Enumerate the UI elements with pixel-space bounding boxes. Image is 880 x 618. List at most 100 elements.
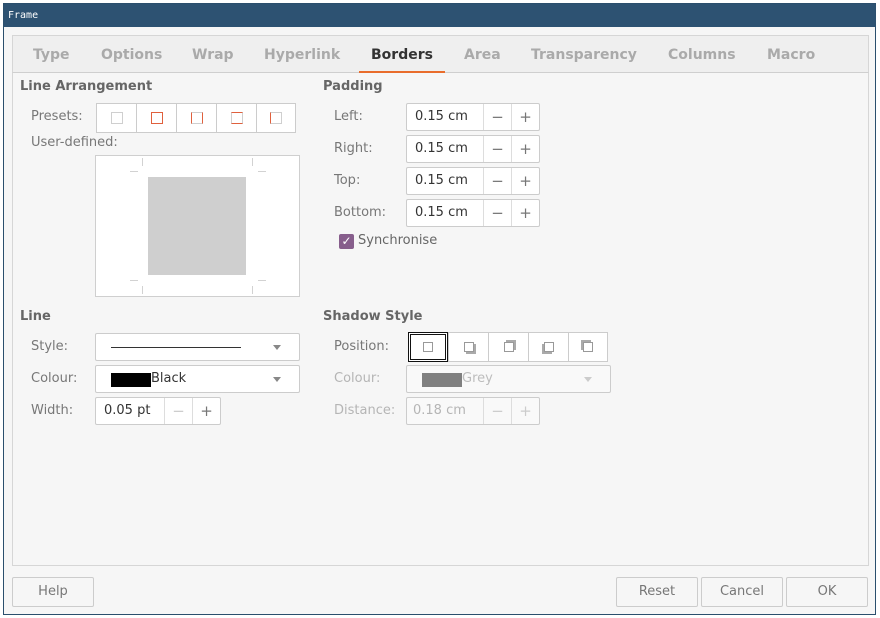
- padding-bottom-decrease[interactable]: −: [483, 200, 511, 226]
- synchronise-label[interactable]: Synchronise: [358, 233, 437, 248]
- preview-guide: [130, 280, 138, 281]
- shadow-bottom-right[interactable]: [448, 332, 488, 362]
- line-colour-dropdown[interactable]: Black: [95, 365, 300, 393]
- tab-area[interactable]: Area: [464, 36, 501, 73]
- preset-top-bottom[interactable]: [216, 103, 256, 133]
- shadow-colour-swatch: [422, 373, 462, 387]
- preset-none-icon: [110, 112, 123, 124]
- shadow-bottom-left-icon: [543, 342, 554, 352]
- tab-options[interactable]: Options: [101, 36, 162, 73]
- padding-title: Padding: [323, 79, 383, 94]
- padding-left-label: Left:: [334, 109, 363, 124]
- padding-right-label: Right:: [334, 141, 373, 156]
- line-width-spin: 0.05 pt − +: [95, 397, 221, 425]
- preset-all-borders[interactable]: [136, 103, 176, 133]
- preset-left-right-icon: [190, 112, 203, 124]
- tab-macro[interactable]: Macro: [767, 36, 815, 73]
- tab-wrap[interactable]: Wrap: [192, 36, 234, 73]
- tab-transparency[interactable]: Transparency: [531, 36, 637, 73]
- synchronise-checkbox[interactable]: ✓: [339, 234, 354, 249]
- help-button[interactable]: Help: [12, 577, 94, 607]
- shadow-top-right[interactable]: [488, 332, 528, 362]
- shadow-none-icon: [423, 342, 433, 352]
- padding-top-input[interactable]: 0.15 cm: [407, 168, 483, 194]
- ok-button[interactable]: OK: [786, 577, 868, 607]
- padding-left-input[interactable]: 0.15 cm: [407, 104, 483, 130]
- tab-hyperlink[interactable]: Hyperlink: [264, 36, 340, 73]
- shadow-style-title: Shadow Style: [323, 309, 423, 324]
- padding-right-increase[interactable]: +: [511, 136, 539, 162]
- chevron-down-icon: [584, 377, 592, 382]
- padding-left-spin: 0.15 cm − +: [406, 103, 540, 131]
- shadow-distance-label: Distance:: [334, 403, 396, 418]
- line-style-dropdown[interactable]: [95, 333, 300, 361]
- shadow-colour-label: Colour:: [334, 371, 381, 386]
- window-title: Frame: [4, 4, 875, 27]
- tab-type[interactable]: Type: [33, 36, 70, 73]
- line-style-label: Style:: [31, 339, 69, 354]
- shadow-distance-decrease[interactable]: −: [483, 398, 511, 424]
- shadow-top-left-icon: [583, 342, 593, 352]
- padding-left-decrease[interactable]: −: [483, 104, 511, 130]
- line-width-label: Width:: [31, 403, 74, 418]
- line-width-decrease[interactable]: −: [164, 398, 192, 424]
- preview-guide: [142, 158, 143, 166]
- shadow-bottom-left[interactable]: [528, 332, 568, 362]
- tab-columns[interactable]: Columns: [668, 36, 736, 73]
- line-style-sample: [111, 347, 241, 348]
- preset-top-bottom-icon: [230, 112, 243, 124]
- padding-bottom-label: Bottom:: [334, 205, 387, 220]
- padding-top-increase[interactable]: +: [511, 168, 539, 194]
- padding-right-input[interactable]: 0.15 cm: [407, 136, 483, 162]
- cancel-button[interactable]: Cancel: [701, 577, 783, 607]
- line-colour-value: Black: [151, 371, 187, 386]
- frame-dialog: Frame Type Options Wrap Hyperlink Border…: [3, 3, 876, 615]
- shadow-position-group: [408, 332, 608, 362]
- padding-top-label: Top:: [334, 173, 361, 188]
- line-title: Line: [20, 309, 51, 324]
- preview-guide: [130, 171, 138, 172]
- user-defined-preview[interactable]: [95, 155, 300, 297]
- padding-bottom-increase[interactable]: +: [511, 200, 539, 226]
- padding-top-spin: 0.15 cm − +: [406, 167, 540, 195]
- preset-left-only-icon: [270, 112, 282, 124]
- presets-label: Presets:: [31, 109, 83, 124]
- reset-button[interactable]: Reset: [616, 577, 698, 607]
- line-width-input[interactable]: 0.05 pt: [96, 398, 164, 424]
- line-colour-label: Colour:: [31, 371, 78, 386]
- preset-all-borders-icon: [150, 112, 163, 124]
- line-colour-swatch: [111, 373, 151, 387]
- padding-top-decrease[interactable]: −: [483, 168, 511, 194]
- preview-guide: [252, 158, 253, 166]
- preview-frame: [148, 177, 246, 275]
- preview-guide: [142, 286, 143, 294]
- tab-borders[interactable]: Borders: [359, 36, 445, 74]
- preset-none[interactable]: [96, 103, 136, 133]
- preset-left-only[interactable]: [256, 103, 296, 133]
- preview-guide: [258, 280, 266, 281]
- user-defined-label: User-defined:: [31, 135, 118, 150]
- padding-right-spin: 0.15 cm − +: [406, 135, 540, 163]
- line-arrangement-title: Line Arrangement: [20, 79, 153, 94]
- shadow-distance-input[interactable]: 0.18 cm: [407, 398, 483, 424]
- preview-guide: [258, 171, 266, 172]
- padding-bottom-spin: 0.15 cm − +: [406, 199, 540, 227]
- shadow-distance-spin: 0.18 cm − +: [406, 397, 540, 425]
- shadow-top-left[interactable]: [568, 332, 608, 362]
- chevron-down-icon: [273, 345, 281, 350]
- preset-left-right[interactable]: [176, 103, 216, 133]
- borders-panel: Line Arrangement Presets: User-defined: …: [12, 73, 869, 566]
- shadow-bottom-right-icon: [463, 342, 474, 352]
- shadow-distance-increase[interactable]: +: [511, 398, 539, 424]
- padding-bottom-input[interactable]: 0.15 cm: [407, 200, 483, 226]
- chevron-down-icon: [273, 377, 281, 382]
- shadow-none[interactable]: [408, 332, 448, 362]
- padding-right-decrease[interactable]: −: [483, 136, 511, 162]
- line-width-increase[interactable]: +: [192, 398, 220, 424]
- preview-guide: [252, 286, 253, 294]
- padding-left-increase[interactable]: +: [511, 104, 539, 130]
- tab-bar: Type Options Wrap Hyperlink Borders Area…: [12, 35, 869, 74]
- shadow-colour-dropdown[interactable]: Grey: [406, 365, 611, 393]
- shadow-position-label: Position:: [334, 339, 389, 354]
- shadow-colour-value: Grey: [462, 371, 493, 386]
